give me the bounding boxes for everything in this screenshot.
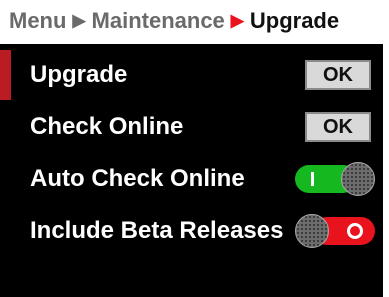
menu-item-label: Check Online xyxy=(30,113,184,140)
menu-item-upgrade[interactable]: Upgrade OK xyxy=(0,50,383,100)
toggle-on-icon xyxy=(311,172,314,186)
breadcrumb-item-upgrade: Upgrade xyxy=(249,8,340,33)
upgrade-menu-screen: Menu ▶ Maintenance ▶ Upgrade Upgrade OK … xyxy=(0,0,389,297)
check-online-ok-button[interactable]: OK xyxy=(305,112,371,142)
auto-check-online-toggle[interactable] xyxy=(295,162,375,196)
menu-item-check-online[interactable]: Check Online OK xyxy=(0,102,383,152)
toggle-knob[interactable] xyxy=(295,214,329,248)
menu-item-label: Auto Check Online xyxy=(30,165,245,192)
menu-item-include-beta-releases[interactable]: Include Beta Releases xyxy=(0,206,383,256)
menu-item-auto-check-online[interactable]: Auto Check Online xyxy=(0,154,383,204)
breadcrumb: Menu ▶ Maintenance ▶ Upgrade xyxy=(0,0,371,42)
toggle-knob[interactable] xyxy=(341,162,375,196)
selection-indicator xyxy=(0,50,11,100)
upgrade-ok-button[interactable]: OK xyxy=(305,60,371,90)
breadcrumb-separator-icon: ▶ xyxy=(72,11,86,30)
breadcrumb-item-menu[interactable]: Menu xyxy=(9,8,66,34)
menu-item-label: Upgrade xyxy=(30,61,128,88)
toggle-off-icon xyxy=(347,223,363,239)
breadcrumb-current-separator-icon: ▶ xyxy=(230,11,244,30)
breadcrumb-item-maintenance[interactable]: Maintenance xyxy=(92,8,225,34)
menu-item-label: Include Beta Releases xyxy=(30,217,284,244)
include-beta-releases-toggle[interactable] xyxy=(295,214,375,248)
menu-panel: Upgrade OK Check Online OK Auto Check On… xyxy=(0,44,383,297)
